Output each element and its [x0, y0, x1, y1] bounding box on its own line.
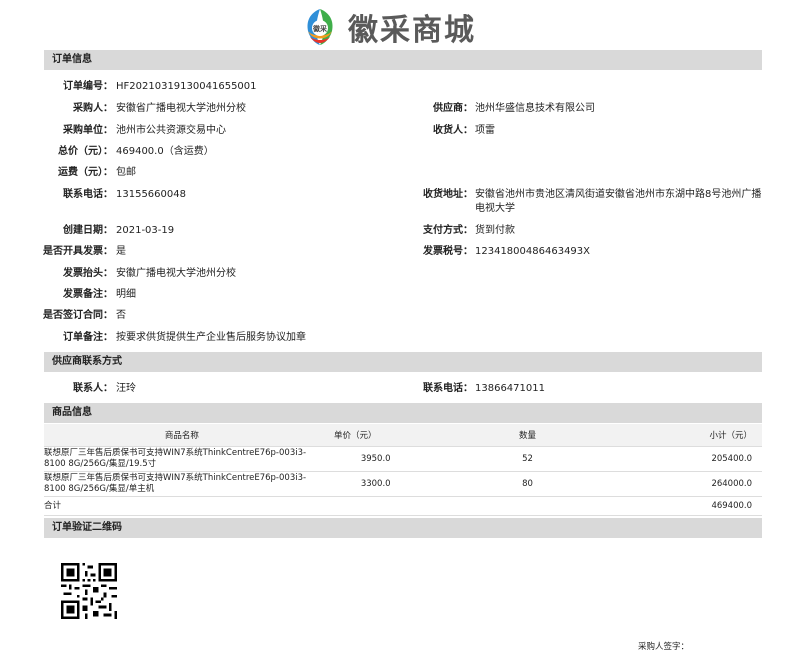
- invoice-note-label: 发票备注：: [63, 289, 113, 300]
- address: 安徽省池州市贵池区清风街道安徽省池州市东湖中路8号池州广播电视大学: [475, 189, 762, 214]
- unit-label: 采购单位：: [63, 125, 113, 136]
- section-order-info: 订单信息: [44, 50, 762, 70]
- contract: 否: [116, 310, 126, 321]
- qr-code-icon: [61, 563, 117, 619]
- total: 469400.0（含运费）: [116, 146, 214, 157]
- freight: 包邮: [116, 167, 136, 178]
- unit: 池州市公共资源交易中心: [116, 125, 226, 136]
- item-price: 3300.0: [319, 471, 391, 497]
- table-row: 联想原厂三年售后质保书可支持WIN7系统ThinkCentreE76p-003i…: [44, 471, 762, 497]
- item-name: 联想原厂三年售后质保书可支持WIN7系统ThinkCentreE76p-003i…: [44, 446, 320, 472]
- logo-badge-text: 徽采: [312, 24, 328, 33]
- table-row: 联想原厂三年售后质保书可支持WIN7系统ThinkCentreE76p-003i…: [44, 446, 762, 472]
- order-note: 按要求供货提供生产企业售后服务协议加章: [116, 332, 306, 343]
- contract-label: 是否签订合同：: [43, 310, 113, 321]
- invoice-label: 是否开具发票：: [43, 246, 113, 257]
- brand-logo-icon: 徽采: [302, 7, 338, 47]
- supplier: 池州华盛信息技术有限公司: [475, 103, 595, 114]
- header-qty: 数量: [390, 424, 665, 447]
- section-goods-info: 商品信息: [44, 403, 762, 423]
- header-name: 商品名称: [44, 424, 320, 447]
- invoice-title-label: 发票抬头：: [63, 268, 113, 279]
- item-subtotal: 205400.0: [664, 446, 762, 472]
- supplier-label: 供应商：: [433, 103, 473, 114]
- header-price: 单价（元）: [319, 424, 391, 447]
- date: 2021-03-19: [116, 225, 175, 236]
- brand-logo: 徽采 徽采商城: [302, 6, 476, 48]
- brand-name: 徽采商城: [348, 13, 476, 48]
- item-subtotal: 264000.0: [664, 471, 762, 497]
- pay: 货到付款: [475, 225, 515, 236]
- section-qr: 订单验证二维码: [44, 518, 762, 538]
- receiver-label: 收货人：: [433, 125, 473, 136]
- order-number-label: 订单编号：: [63, 81, 113, 92]
- header-subtotal: 小计（元）: [664, 424, 762, 447]
- total-value: 469400.0: [664, 496, 762, 516]
- invoice: 是: [116, 246, 126, 257]
- item-qty: 52: [390, 446, 665, 472]
- contact-phone: 13866471011: [475, 383, 545, 394]
- buyer: 安徽省广播电视大学池州分校: [116, 103, 246, 114]
- total-label: 总价（元）：: [58, 146, 113, 157]
- invoice-title: 安徽广播电视大学池州分校: [116, 268, 236, 279]
- buyer-signature-label: 采购人签字：: [638, 642, 690, 652]
- total-label: 合计: [44, 496, 320, 516]
- order-note-label: 订单备注：: [63, 332, 113, 343]
- contact-person-label: 联系人：: [73, 383, 113, 394]
- order-number: HF20210319130041655001: [116, 81, 257, 92]
- item-name: 联想原厂三年售后质保书可支持WIN7系统ThinkCentreE76p-003i…: [44, 471, 320, 497]
- contact-person: 汪玲: [116, 383, 136, 394]
- pay-label: 支付方式：: [423, 225, 473, 236]
- address-label: 收货地址：: [423, 189, 473, 200]
- phone: 13155660048: [116, 189, 186, 200]
- contact-phone-label: 联系电话：: [423, 383, 473, 394]
- tax: 12341800486463493X: [475, 246, 591, 257]
- date-label: 创建日期：: [63, 225, 113, 236]
- section-supplier-contact: 供应商联系方式: [44, 352, 762, 372]
- total-row: 合计 469400.0: [44, 496, 762, 516]
- tax-label: 发票税号：: [423, 246, 473, 257]
- buyer-label: 采购人：: [73, 103, 113, 114]
- receiver: 项雷: [475, 125, 495, 136]
- invoice-note: 明细: [116, 289, 136, 300]
- goods-header-row: 商品名称 单价（元） 数量 小计（元）: [44, 424, 762, 447]
- item-qty: 80: [390, 471, 665, 497]
- phone-label: 联系电话：: [63, 189, 113, 200]
- freight-label: 运费（元）：: [58, 167, 113, 178]
- item-price: 3950.0: [319, 446, 391, 472]
- goods-table: 商品名称 单价（元） 数量 小计（元） 联想原厂三年售后质保书可支持WIN7系统…: [44, 424, 762, 516]
